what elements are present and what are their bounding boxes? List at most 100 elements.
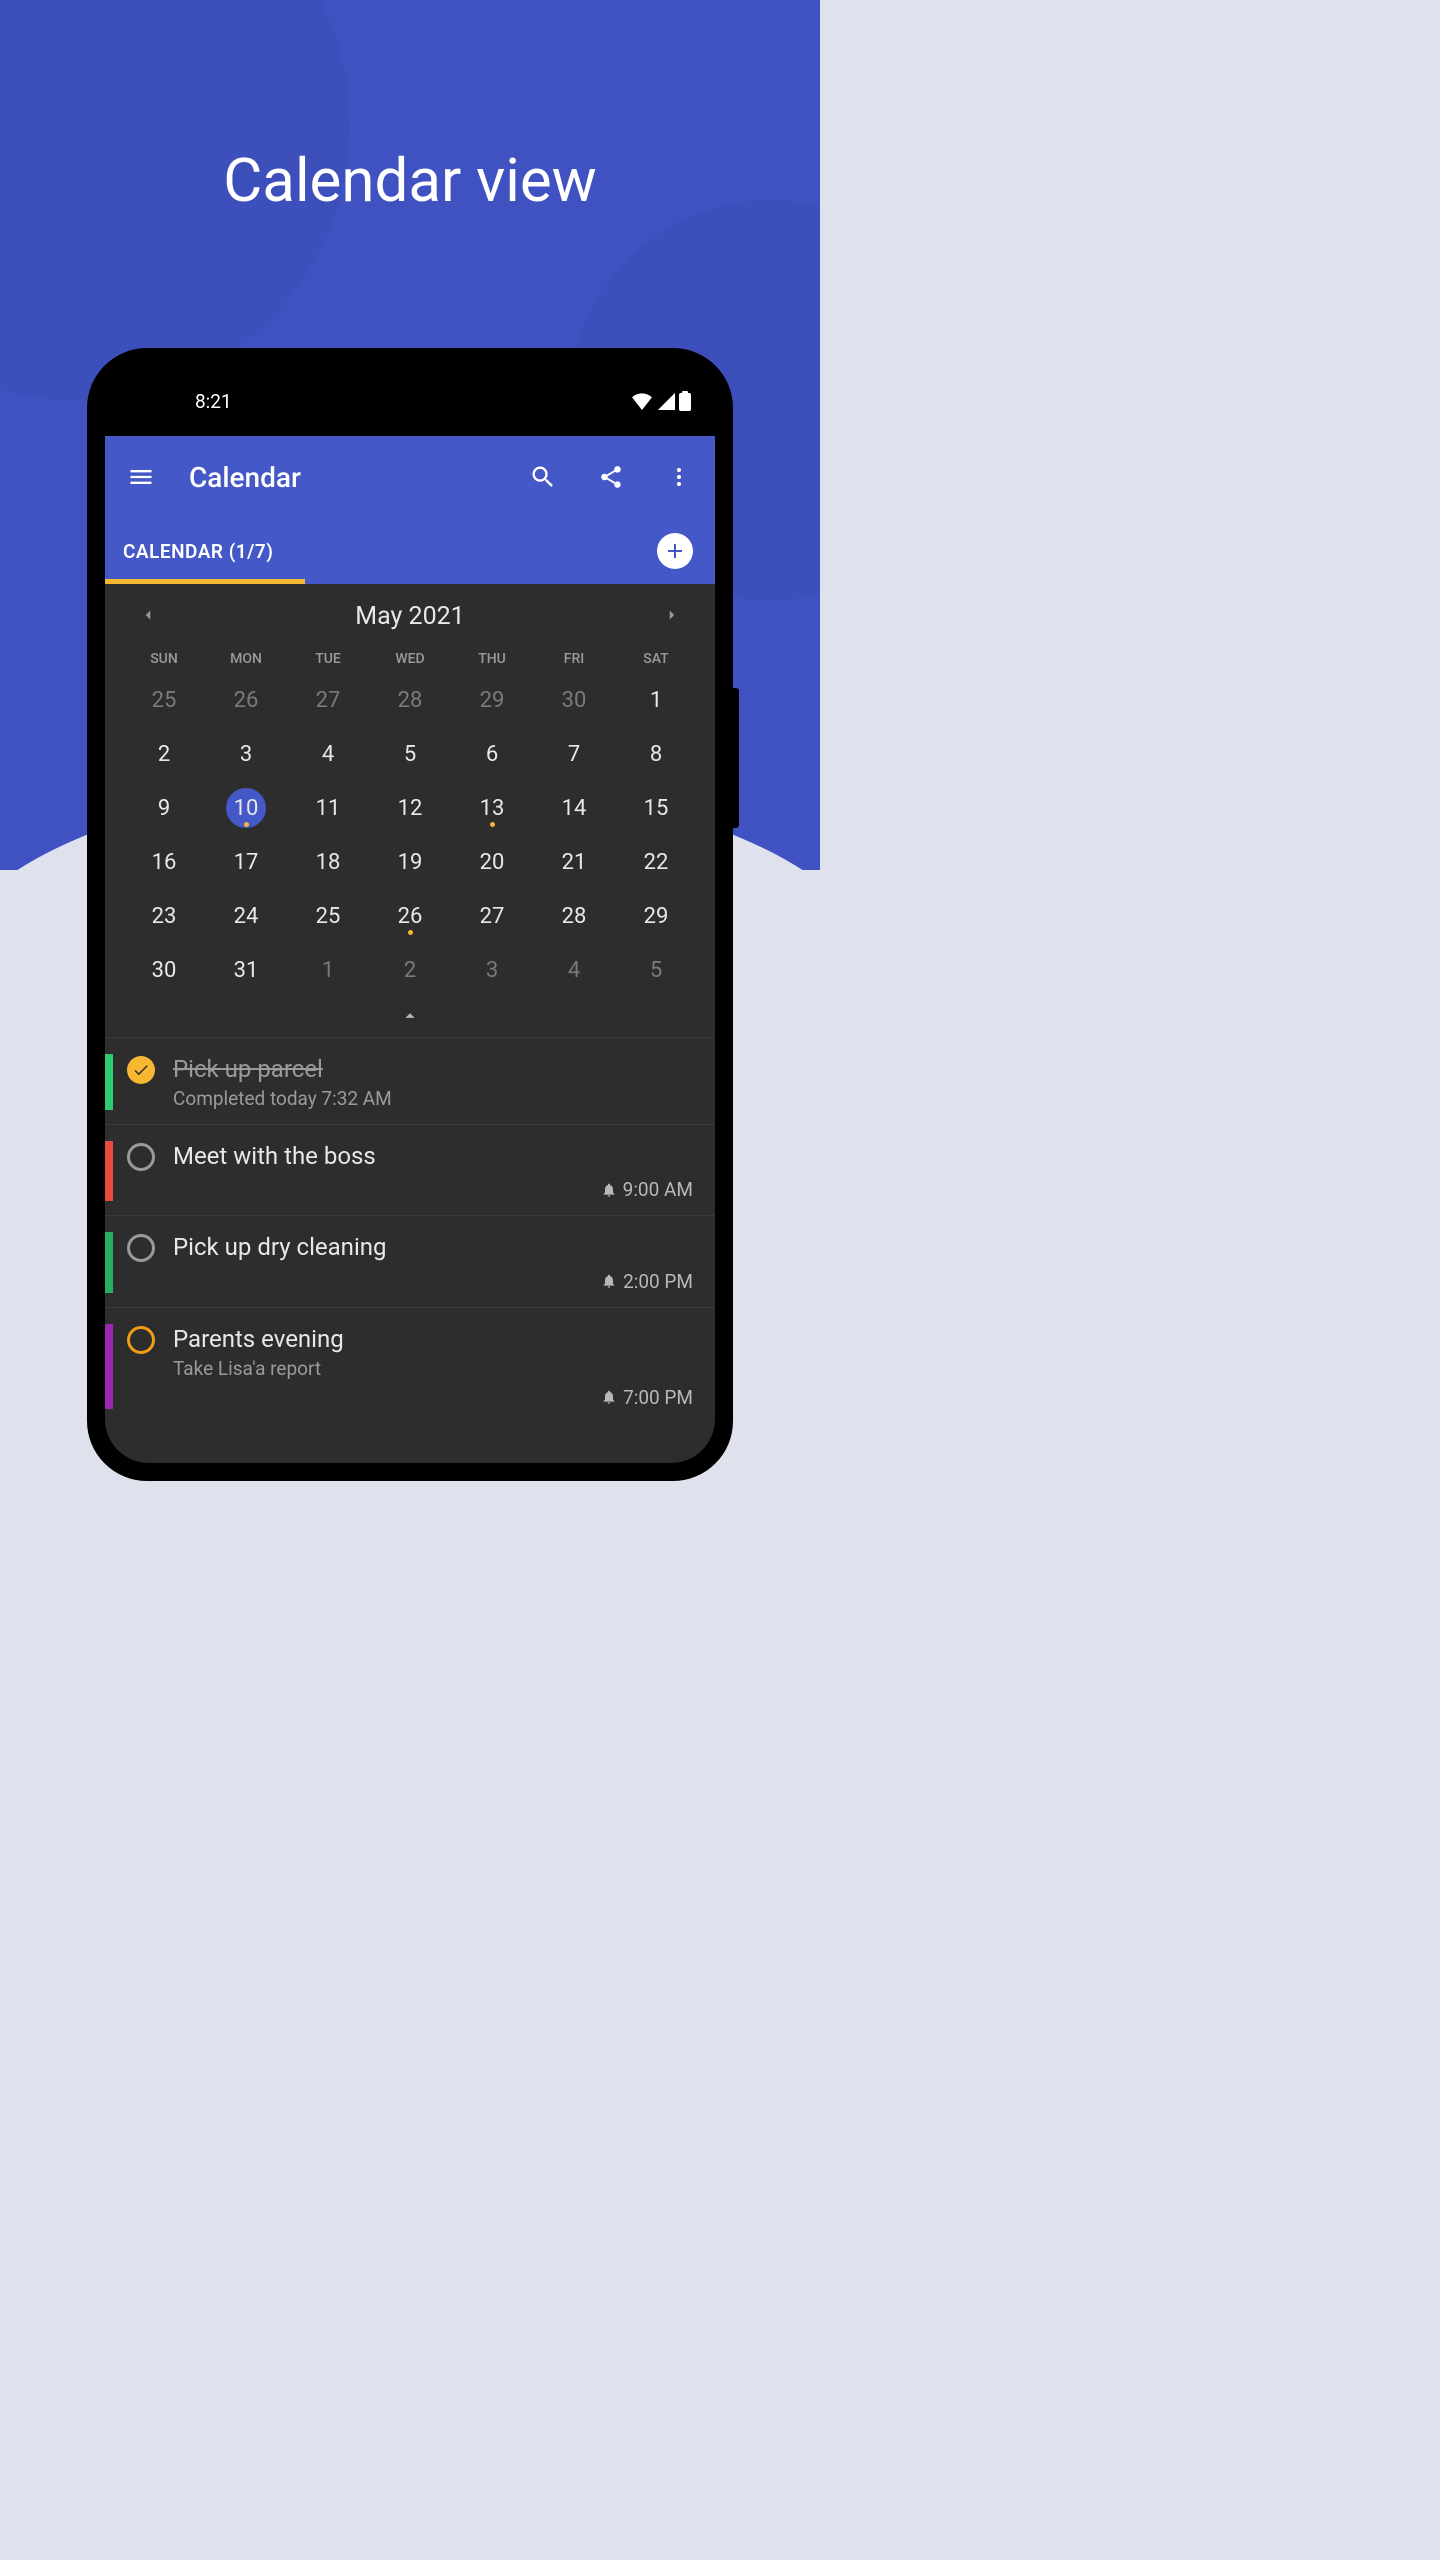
task-body: Pick up parcelCompleted today 7:32 AM <box>173 1054 693 1110</box>
phone-frame: 8:21 Calendar CA <box>87 348 733 1481</box>
day-of-week-label: MON <box>205 645 287 669</box>
calendar-day[interactable]: 11 <box>287 785 369 831</box>
calendar-day[interactable]: 2 <box>123 731 205 777</box>
add-button[interactable] <box>657 533 693 569</box>
calendar-day[interactable]: 5 <box>369 731 451 777</box>
calendar-day[interactable]: 1 <box>615 677 697 723</box>
calendar-day[interactable]: 2 <box>369 947 451 993</box>
calendar-day[interactable]: 16 <box>123 839 205 885</box>
calendar-day[interactable]: 9 <box>123 785 205 831</box>
calendar-day[interactable]: 25 <box>123 677 205 723</box>
page-heading: Calendar view <box>0 0 820 216</box>
calendar-day[interactable]: 29 <box>451 677 533 723</box>
more-icon[interactable] <box>659 457 699 497</box>
screen: 8:21 Calendar CA <box>105 366 715 1463</box>
calendar-day[interactable]: 23 <box>123 893 205 939</box>
calendar-day[interactable]: 24 <box>205 893 287 939</box>
calendar-day[interactable]: 26 <box>205 677 287 723</box>
day-of-week-label: FRI <box>533 645 615 669</box>
calendar-day[interactable]: 3 <box>205 731 287 777</box>
calendar-day[interactable]: 20 <box>451 839 533 885</box>
calendar-day[interactable]: 15 <box>615 785 697 831</box>
task-row[interactable]: Pick up parcelCompleted today 7:32 AM <box>105 1037 715 1124</box>
task-row[interactable]: Meet with the boss 9:00 AM <box>105 1124 715 1215</box>
calendar-day[interactable]: 1 <box>287 947 369 993</box>
task-title: Parents evening <box>173 1324 693 1355</box>
calendar-day[interactable]: 18 <box>287 839 369 885</box>
event-dot <box>490 822 495 827</box>
signal-icon <box>657 392 675 410</box>
calendar-day[interactable]: 21 <box>533 839 615 885</box>
task-time: 7:00 PM <box>173 1386 693 1409</box>
calendar-day[interactable]: 10 <box>205 785 287 831</box>
tab-row: CALENDAR (1/7) <box>105 518 715 584</box>
calendar-day[interactable]: 25 <box>287 893 369 939</box>
search-icon[interactable] <box>523 457 563 497</box>
calendar-day[interactable]: 4 <box>533 947 615 993</box>
calendar-day[interactable]: 6 <box>451 731 533 777</box>
calendar-day[interactable]: 17 <box>205 839 287 885</box>
collapse-row <box>105 993 715 1037</box>
task-time: 9:00 AM <box>173 1178 693 1201</box>
prev-month-button[interactable] <box>133 600 163 630</box>
calendar-day[interactable]: 29 <box>615 893 697 939</box>
task-color-stripe <box>105 1324 113 1409</box>
app-bar: Calendar <box>105 436 715 518</box>
task-subtitle: Take Lisa'a report <box>173 1357 693 1380</box>
calendar-grid: SUNMONTUEWEDTHUFRISAT2526272829301234567… <box>105 645 715 993</box>
battery-icon <box>679 391 691 411</box>
calendar-day[interactable]: 26 <box>369 893 451 939</box>
task-checkbox-done[interactable] <box>127 1056 155 1084</box>
task-color-stripe <box>105 1054 113 1110</box>
task-checkbox[interactable] <box>127 1234 155 1262</box>
task-checkbox[interactable] <box>127 1326 155 1354</box>
event-dot <box>408 930 413 935</box>
task-list: Pick up parcelCompleted today 7:32 AM Mee… <box>105 1037 715 1423</box>
calendar-day[interactable]: 3 <box>451 947 533 993</box>
calendar-day[interactable]: 28 <box>369 677 451 723</box>
share-icon[interactable] <box>591 457 631 497</box>
status-time: 8:21 <box>195 390 232 413</box>
calendar-day[interactable]: 5 <box>615 947 697 993</box>
month-header: May 2021 <box>105 584 715 645</box>
calendar-day[interactable]: 31 <box>205 947 287 993</box>
day-of-week-label: SUN <box>123 645 205 669</box>
hamburger-icon[interactable] <box>121 457 161 497</box>
task-checkbox[interactable] <box>127 1143 155 1171</box>
task-body: Pick up dry cleaning 2:00 PM <box>173 1232 693 1292</box>
status-bar: 8:21 <box>105 366 715 436</box>
task-title: Meet with the boss <box>173 1141 693 1172</box>
calendar-day[interactable]: 4 <box>287 731 369 777</box>
calendar-day[interactable]: 30 <box>533 677 615 723</box>
task-body: Parents eveningTake Lisa'a report 7:00 PM <box>173 1324 693 1409</box>
task-row[interactable]: Pick up dry cleaning 2:00 PM <box>105 1215 715 1306</box>
calendar-day[interactable]: 28 <box>533 893 615 939</box>
tab-calendar[interactable]: CALENDAR (1/7) <box>123 540 273 563</box>
calendar-day[interactable]: 12 <box>369 785 451 831</box>
calendar-day[interactable]: 27 <box>451 893 533 939</box>
app-bar-title: Calendar <box>189 461 301 494</box>
task-time: 2:00 PM <box>173 1270 693 1293</box>
status-icons <box>631 391 691 411</box>
calendar-day[interactable]: 22 <box>615 839 697 885</box>
task-title: Pick up dry cleaning <box>173 1232 693 1263</box>
next-month-button[interactable] <box>657 600 687 630</box>
task-subtitle: Completed today 7:32 AM <box>173 1087 693 1110</box>
calendar-day[interactable]: 14 <box>533 785 615 831</box>
day-of-week-label: TUE <box>287 645 369 669</box>
chevron-up-icon[interactable] <box>399 1005 421 1027</box>
day-of-week-label: WED <box>369 645 451 669</box>
day-of-week-label: THU <box>451 645 533 669</box>
calendar-day[interactable]: 30 <box>123 947 205 993</box>
calendar-day[interactable]: 8 <box>615 731 697 777</box>
calendar-day[interactable]: 13 <box>451 785 533 831</box>
task-color-stripe <box>105 1141 113 1201</box>
calendar-day[interactable]: 19 <box>369 839 451 885</box>
task-title: Pick up parcel <box>173 1054 693 1085</box>
wifi-icon <box>631 392 653 410</box>
calendar-day[interactable]: 7 <box>533 731 615 777</box>
calendar-day[interactable]: 27 <box>287 677 369 723</box>
task-color-stripe <box>105 1232 113 1292</box>
task-row[interactable]: Parents eveningTake Lisa'a report 7:00 PM <box>105 1307 715 1423</box>
day-of-week-label: SAT <box>615 645 697 669</box>
